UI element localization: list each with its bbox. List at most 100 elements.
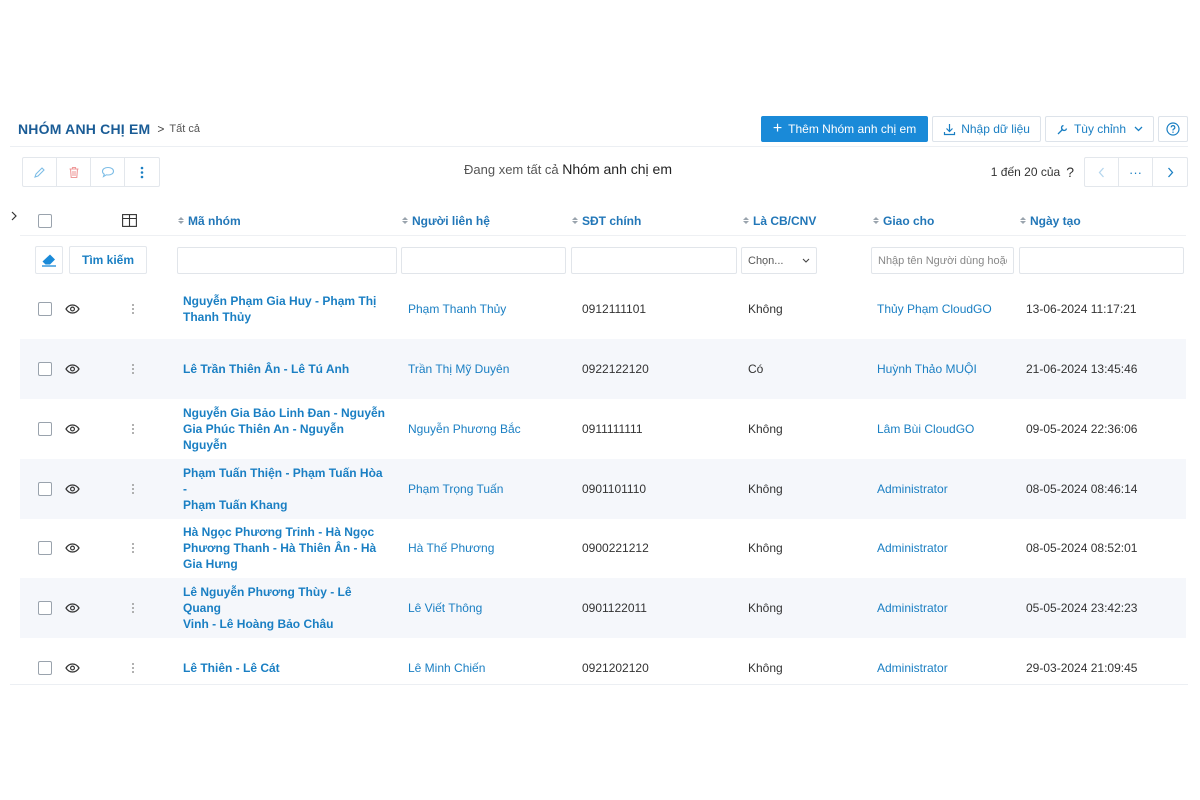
- filter-is-staff-select[interactable]: Chọn...: [741, 247, 817, 274]
- column-header-code-label: Mã nhóm: [188, 213, 241, 228]
- contact-link[interactable]: Phạm Trọng Tuấn: [408, 459, 503, 519]
- group-code-link[interactable]: Lê Trần Thiên Ân - Lê Tú Anh: [183, 339, 388, 399]
- row-actions-button[interactable]: [131, 518, 135, 578]
- row-checkbox[interactable]: [38, 518, 52, 578]
- row-actions-button[interactable]: [131, 339, 135, 399]
- help-button[interactable]: [1158, 116, 1188, 142]
- table-row[interactable]: Phạm Tuấn Thiện - Phạm Tuấn Hòa - Phạm Tu…: [20, 459, 1186, 519]
- table-row[interactable]: Nguyễn Gia Bảo Linh Đan - Nguyễn Gia Phúc…: [20, 399, 1186, 459]
- breadcrumb-module[interactable]: NHÓM ANH CHỊ EM: [18, 121, 150, 137]
- select-all-checkbox[interactable]: [38, 213, 52, 228]
- contact-link[interactable]: Hà Thế Phương: [408, 518, 494, 578]
- pagination: 1 đến 20 của ? ···: [991, 157, 1188, 187]
- more-vertical-icon: [131, 423, 135, 435]
- assigned-user-link[interactable]: Administrator: [877, 578, 948, 638]
- sidebar-toggle[interactable]: [8, 207, 20, 225]
- filter-phone-input[interactable]: [571, 247, 737, 274]
- assigned-user-link[interactable]: Huỳnh Thảo MUỘI: [877, 339, 977, 399]
- row-actions-button[interactable]: [131, 638, 135, 698]
- column-header-code[interactable]: Mã nhóm: [178, 214, 241, 228]
- prev-page-button[interactable]: [1085, 158, 1119, 186]
- eye-icon: [65, 304, 80, 314]
- comment-button[interactable]: [91, 158, 125, 186]
- contact-link[interactable]: Lê Viết Thông: [408, 578, 482, 638]
- column-header-phone[interactable]: SĐT chính: [572, 214, 641, 228]
- row-checkbox[interactable]: [38, 459, 52, 519]
- table-bottom-divider: [10, 684, 1188, 685]
- row-actions-button[interactable]: [131, 459, 135, 519]
- row-checkbox[interactable]: [38, 339, 52, 399]
- is-staff-value: Không: [748, 422, 783, 436]
- import-label: Nhập dữ liệu: [961, 122, 1030, 136]
- group-code-link[interactable]: Lê Nguyễn Phương Thùy - Lê Quang Vinh - L…: [183, 578, 388, 638]
- view-button[interactable]: [65, 578, 80, 638]
- table-row[interactable]: Nguyễn Phạm Gia Huy - Phạm Thị Thanh Thủy…: [20, 279, 1186, 339]
- breadcrumb-current: Tất cả: [169, 123, 200, 135]
- group-code-link[interactable]: Lê Thiên - Lê Cát: [183, 638, 388, 698]
- filter-code-input[interactable]: [177, 247, 397, 274]
- column-header-created[interactable]: Ngày tạo: [1020, 214, 1081, 228]
- column-header-is-staff[interactable]: Là CB/CNV: [743, 214, 816, 228]
- row-checkbox[interactable]: [38, 638, 52, 698]
- next-page-button[interactable]: [1153, 158, 1187, 186]
- row-checkbox[interactable]: [38, 399, 52, 459]
- column-header-created-label: Ngày tạo: [1030, 213, 1081, 228]
- more-vertical-icon: [131, 303, 135, 315]
- filter-assigned-input[interactable]: Nhập tên Người dùng hoặc: [871, 247, 1014, 274]
- view-button[interactable]: [65, 459, 80, 519]
- clear-filters-button[interactable]: [35, 246, 63, 274]
- group-code-line: Vinh - Lê Hoàng Bảo Châu: [183, 617, 334, 631]
- column-settings-button[interactable]: [122, 214, 137, 227]
- group-code-line: Thanh Thủy: [183, 310, 251, 324]
- assigned-user-link[interactable]: Lâm Bùi CloudGO: [877, 399, 974, 459]
- contact-link[interactable]: Lê Minh Chiến: [408, 638, 485, 698]
- edit-button[interactable]: [23, 158, 57, 186]
- filter-contact-input[interactable]: [401, 247, 566, 274]
- search-button[interactable]: Tìm kiếm: [69, 246, 147, 274]
- header-divider: [10, 146, 1188, 147]
- view-button[interactable]: [65, 279, 80, 339]
- group-code-link[interactable]: Nguyễn Gia Bảo Linh Đan - Nguyễn Gia Phúc…: [183, 399, 388, 459]
- view-button[interactable]: [65, 399, 80, 459]
- delete-button[interactable]: [57, 158, 91, 186]
- group-code-link[interactable]: Phạm Tuấn Thiện - Phạm Tuấn Hòa - Phạm Tu…: [183, 459, 388, 519]
- assigned-user-link[interactable]: Thủy Phạm CloudGO: [877, 279, 992, 339]
- assigned-user-link[interactable]: Administrator: [877, 638, 948, 698]
- row-checkbox[interactable]: [38, 578, 52, 638]
- column-header-assigned[interactable]: Giao cho: [873, 214, 934, 228]
- table-row[interactable]: Lê Thiên - Lê Cát Lê Minh Chiến 0921202120…: [20, 638, 1186, 698]
- view-button[interactable]: [65, 518, 80, 578]
- row-actions-button[interactable]: [131, 399, 135, 459]
- is-staff-value: Không: [748, 661, 783, 675]
- contact-link[interactable]: Nguyễn Phương Bắc: [408, 399, 521, 459]
- add-group-button[interactable]: + Thêm Nhóm anh chị em: [760, 116, 929, 142]
- table-header: Mã nhóm Người liên hệ SĐT chính Là CB/CN…: [20, 206, 1186, 236]
- contact-link[interactable]: Trần Thị Mỹ Duyên: [408, 339, 509, 399]
- add-group-label: Thêm Nhóm anh chị em: [788, 122, 917, 136]
- row-actions-button[interactable]: [131, 279, 135, 339]
- phone-value: 0901122011: [582, 601, 647, 615]
- pager-total-unknown[interactable]: ?: [1066, 164, 1074, 180]
- view-button[interactable]: [65, 638, 80, 698]
- group-code-link[interactable]: Nguyễn Phạm Gia Huy - Phạm Thị Thanh Thủy: [183, 279, 388, 339]
- row-actions-button[interactable]: [131, 578, 135, 638]
- import-button[interactable]: Nhập dữ liệu: [932, 116, 1041, 142]
- table-row[interactable]: Lê Trần Thiên Ân - Lê Tú Anh Trần Thị Mỹ …: [20, 339, 1186, 399]
- contact-link[interactable]: Phạm Thanh Thủy: [408, 279, 506, 339]
- created-date-value: 29-03-2024 21:09:45: [1026, 661, 1138, 675]
- view-button[interactable]: [65, 339, 80, 399]
- column-header-contact[interactable]: Người liên hệ: [402, 214, 490, 228]
- group-code-link[interactable]: Hà Ngọc Phương Trinh - Hà Ngọc Phương Tha…: [183, 518, 388, 578]
- row-checkbox[interactable]: [38, 279, 52, 339]
- customize-button[interactable]: Tùy chỉnh: [1044, 116, 1154, 142]
- more-actions-button[interactable]: [125, 158, 159, 186]
- is-staff-value: Không: [748, 482, 783, 496]
- column-header-is-staff-label: Là CB/CNV: [753, 213, 817, 228]
- plus-icon: +: [772, 120, 783, 137]
- table-row[interactable]: Hà Ngọc Phương Trinh - Hà Ngọc Phương Tha…: [20, 518, 1186, 578]
- assigned-user-link[interactable]: Administrator: [877, 518, 948, 578]
- assigned-user-link[interactable]: Administrator: [877, 459, 948, 519]
- filter-created-input[interactable]: [1019, 247, 1184, 274]
- page-jump-button[interactable]: ···: [1119, 158, 1153, 186]
- table-row[interactable]: Lê Nguyễn Phương Thùy - Lê Quang Vinh - L…: [20, 578, 1186, 638]
